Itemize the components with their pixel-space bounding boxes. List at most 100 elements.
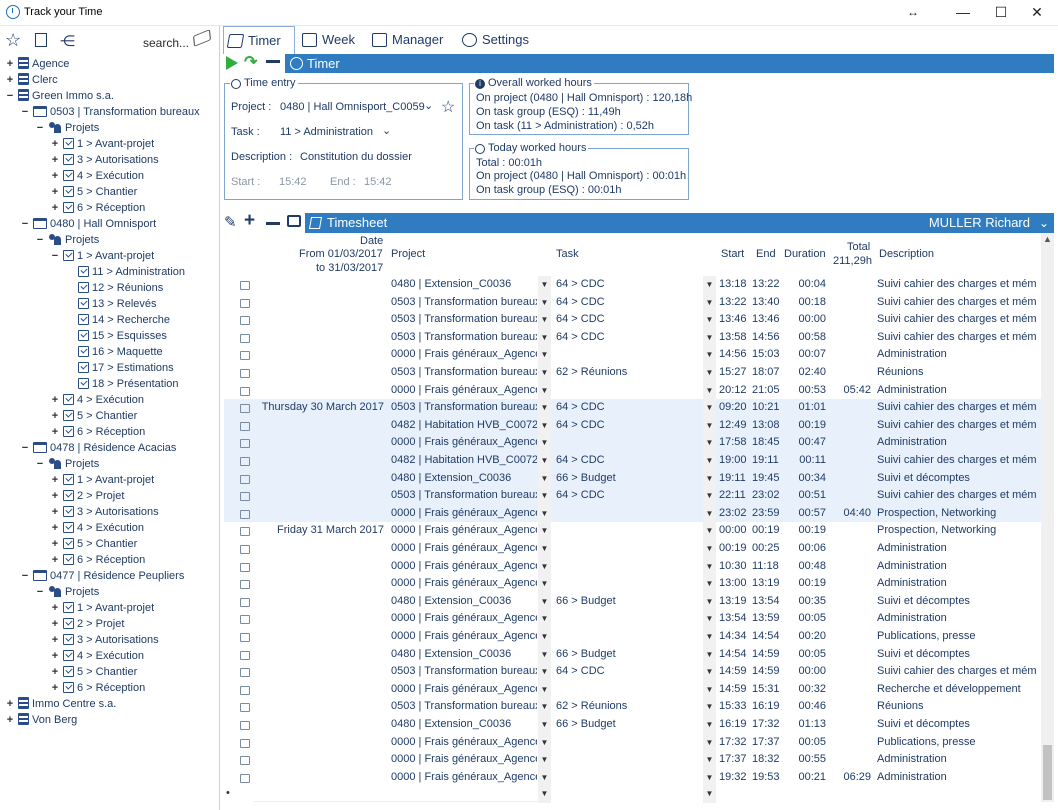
end-cell[interactable]: 18:07: [752, 364, 780, 382]
lock-icon[interactable]: [240, 509, 250, 519]
expand-icon[interactable]: +: [49, 520, 61, 536]
task-cell[interactable]: 64 > CDC: [556, 399, 702, 417]
start-cell[interactable]: 13:58: [719, 329, 749, 347]
tree-item[interactable]: +1 > Avant-projet: [4, 600, 218, 616]
project-cell[interactable]: 0482 | Habitation HVB_C0072: [391, 452, 537, 470]
tree-item[interactable]: +6 > Réception: [4, 424, 218, 440]
task-dropdown-icon[interactable]: ▼: [703, 452, 716, 470]
start-cell[interactable]: 19:00: [719, 452, 749, 470]
end-cell[interactable]: 18:32: [752, 751, 780, 769]
expand-icon[interactable]: +: [49, 408, 61, 424]
tree-item[interactable]: + Clerc: [4, 72, 218, 88]
start-cell[interactable]: 13:46: [719, 311, 749, 329]
table-row[interactable]: 0000 | Frais généraux_Agence ▼ ▼ 13:00 13:19…: [224, 575, 1041, 593]
table-row[interactable]: 0000 | Frais généraux_Agence ▼ ▼ 23:02 23:59…: [224, 504, 1041, 523]
task-dropdown-icon[interactable]: ▼: [703, 434, 716, 452]
start-cell[interactable]: 00:19: [719, 540, 749, 558]
project-dropdown-icon[interactable]: ▼: [538, 487, 551, 505]
description-cell[interactable]: Administration: [877, 751, 1037, 769]
description-cell[interactable]: Recherche et développement: [877, 681, 1037, 699]
task-dropdown-icon[interactable]: ▼: [703, 698, 716, 716]
start-cell[interactable]: 23:02: [719, 505, 749, 523]
project-dropdown-icon[interactable]: ▼: [538, 381, 551, 400]
description-cell[interactable]: Suivi et décomptes: [877, 593, 1037, 611]
tree-item[interactable]: +2 > Projet: [4, 488, 218, 504]
col-header-start[interactable]: Start: [721, 248, 744, 260]
start-cell[interactable]: 13:54: [719, 610, 749, 628]
end-cell[interactable]: 19:53: [752, 769, 780, 787]
expand-icon[interactable]: +: [49, 552, 61, 568]
start-cell[interactable]: 19:11: [719, 470, 749, 488]
tree-item[interactable]: − 0477 | Résidence Peupliers: [4, 568, 218, 584]
lock-icon[interactable]: [240, 474, 250, 484]
expand-icon[interactable]: +: [49, 664, 61, 680]
description-cell[interactable]: Suivi cahier des charges et mémoire: [877, 399, 1037, 417]
table-row[interactable]: 0000 | Frais généraux_Agence ▼ ▼ 10:30 11:18…: [224, 557, 1041, 576]
start-cell[interactable]: 14:34: [719, 628, 749, 646]
end-cell[interactable]: 13:59: [752, 610, 780, 628]
tree-item[interactable]: +6 > Réception: [4, 552, 218, 568]
tree-item[interactable]: 15 > Esquisses: [4, 328, 218, 344]
tree-item[interactable]: − Projets: [4, 120, 218, 136]
description-cell[interactable]: Administration: [877, 575, 1037, 593]
tree-item[interactable]: +5 > Chantier: [4, 664, 218, 680]
tree-item[interactable]: +6 > Réception: [4, 680, 218, 696]
table-row[interactable]: 0000 | Frais généraux_Agence ▼ ▼ 14:59 15:31…: [224, 680, 1041, 699]
start-cell[interactable]: 14:59: [719, 663, 749, 681]
lock-icon[interactable]: [240, 439, 250, 449]
expand-icon[interactable]: +: [4, 712, 16, 728]
task-dropdown-icon[interactable]: ▼: [703, 487, 716, 505]
col-header-description[interactable]: Description: [879, 248, 934, 260]
table-row[interactable]: 0000 | Frais généraux_Agence ▼ ▼ 20:12 21:05…: [224, 381, 1041, 400]
lock-icon[interactable]: [240, 545, 250, 554]
table-row[interactable]: Thursday 30 March 2017 0503 | Transformat…: [224, 399, 1041, 417]
description-cell[interactable]: Prospection, Networking: [877, 522, 1037, 540]
table-row[interactable]: 0503 | Transformation bureaux ▼ 64 > CDC ▼ 2…: [224, 487, 1041, 505]
expand-icon[interactable]: +: [49, 200, 61, 216]
project-dropdown-icon[interactable]: ▼: [538, 452, 551, 470]
table-row[interactable]: 0503 | Transformation bureaux ▼ 64 > CDC ▼ 1…: [224, 663, 1041, 681]
start-cell[interactable]: 10:30: [719, 558, 749, 576]
description-cell[interactable]: Prospection, Networking: [877, 505, 1037, 523]
col-header-end[interactable]: End: [756, 248, 776, 260]
expand-icon[interactable]: +: [49, 488, 61, 504]
end-cell[interactable]: 18:45: [752, 434, 780, 452]
task-cell[interactable]: 64 > CDC: [556, 663, 702, 681]
project-cell[interactable]: 0000 | Frais généraux_Agence: [391, 681, 537, 699]
project-cell[interactable]: 0480 | Extension_C0036: [391, 470, 537, 488]
expand-icon[interactable]: +: [4, 696, 16, 712]
lock-icon[interactable]: [240, 386, 250, 396]
table-row[interactable]: 0000 | Frais généraux_Agence ▼ ▼ 17:58 18:45…: [224, 434, 1041, 452]
end-time-field[interactable]: 15:42: [364, 176, 392, 188]
end-cell[interactable]: 14:56: [752, 329, 780, 347]
tree-item[interactable]: + Immo Centre s.a.: [4, 696, 218, 712]
favorites-star-icon[interactable]: ☆: [5, 30, 21, 51]
tree-item[interactable]: − Projets: [4, 584, 218, 600]
edit-pencil-icon[interactable]: ✎: [224, 213, 237, 231]
tree-item[interactable]: +5 > Chantier: [4, 408, 218, 424]
end-cell[interactable]: 13:54: [752, 593, 780, 611]
project-dropdown-icon[interactable]: ▼: [538, 311, 551, 329]
project-cell[interactable]: 0000 | Frais généraux_Agence: [391, 751, 537, 769]
tree-item[interactable]: +3 > Autorisations: [4, 504, 218, 520]
lock-icon[interactable]: [240, 615, 250, 625]
table-row[interactable]: 0000 | Frais généraux_Agence ▼ ▼ 17:37 18:32…: [224, 751, 1041, 769]
expand-icon[interactable]: +: [4, 56, 16, 72]
task-dropdown-icon[interactable]: ▼: [703, 645, 716, 664]
task-cell[interactable]: 62 > Réunions: [556, 698, 702, 716]
start-cell[interactable]: 13:00: [719, 575, 749, 593]
project-dropdown-icon[interactable]: ▼: [538, 716, 551, 734]
task-cell[interactable]: 64 > CDC: [556, 329, 702, 347]
end-cell[interactable]: 13:22: [752, 276, 780, 294]
project-dropdown-icon[interactable]: ▼: [538, 399, 551, 417]
expand-icon[interactable]: +: [4, 72, 16, 88]
start-cell[interactable]: 15:27: [719, 364, 749, 382]
lock-icon[interactable]: [240, 562, 250, 572]
description-cell[interactable]: Publications, presse: [877, 628, 1037, 646]
start-cell[interactable]: 14:59: [719, 681, 749, 699]
end-cell[interactable]: 14:54: [752, 628, 780, 646]
project-cell[interactable]: 0000 | Frais généraux_Agence: [391, 346, 537, 364]
table-row[interactable]: 0482 | Habitation HVB_C0072 ▼ 64 > CDC ▼ 12:…: [224, 416, 1041, 435]
task-dropdown-icon[interactable]: ▼: [703, 504, 716, 523]
task-cell[interactable]: 62 > Réunions: [556, 364, 702, 382]
